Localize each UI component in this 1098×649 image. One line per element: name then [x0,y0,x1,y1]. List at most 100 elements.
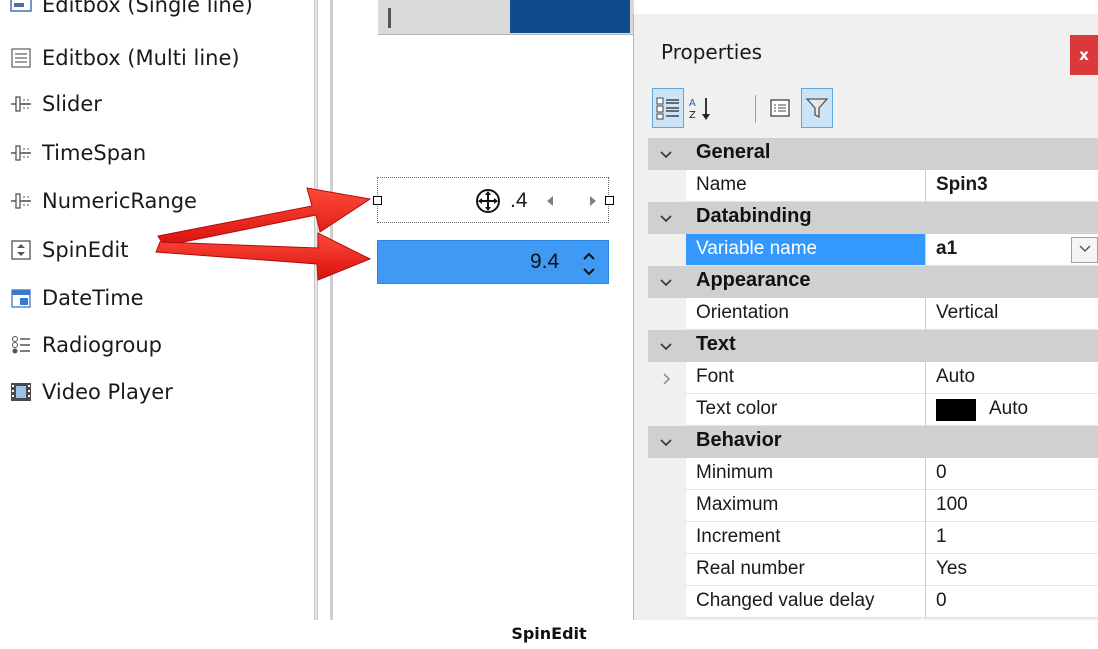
video-player-icon [10,381,32,403]
resize-handle-left[interactable] [373,196,382,205]
resize-handle-right[interactable] [605,196,614,205]
chevron-down-icon[interactable] [660,340,672,352]
editbox-single-icon [10,0,32,16]
chevron-down-icon [1079,241,1091,259]
toolbox-item-spinedit[interactable]: SpinEdit [10,235,128,265]
property-value[interactable]: a1 [936,238,957,260]
property-value[interactable]: Yes [936,558,967,580]
spin-up-icon[interactable] [582,248,596,260]
close-button[interactable]: x [1070,35,1098,75]
toolbox-item-label: Editbox (Single line) [42,0,253,17]
chevron-down-icon[interactable] [660,148,672,160]
categorized-view-button[interactable] [652,88,684,128]
toolbox-splitter[interactable] [314,0,318,620]
toolbox-item-label: Slider [42,92,102,116]
column-divider [925,170,926,202]
property-row-variable-name[interactable]: Variable name a1 [686,234,1098,266]
property-name: Text color [696,398,778,419]
spinedit-icon [10,239,32,261]
property-value[interactable]: 0 [936,462,947,484]
properties-title: Properties [661,40,763,64]
property-value[interactable]: 100 [936,494,968,516]
figure-caption: SpinEdit [511,624,587,643]
design-canvas[interactable] [333,0,633,620]
variable-dropdown-button[interactable] [1071,237,1098,263]
property-row-increment[interactable]: Increment 1 [686,522,1098,554]
toolbox-panel: Editbox (Single line) Editbox (Multi lin… [0,0,314,620]
property-pages-button[interactable] [764,88,796,128]
category-databinding[interactable]: Databinding [648,202,1098,234]
chevron-right-icon[interactable] [662,372,672,385]
property-name: Font [696,366,735,387]
property-name: Minimum [696,462,774,483]
property-row-text-color[interactable]: Text color Auto [686,394,1098,426]
numericrange-icon [10,190,32,212]
property-value[interactable]: Auto [989,398,1028,420]
toolbox-item-radiogroup[interactable]: Radiogroup [10,330,162,360]
column-divider [925,458,926,490]
decrease-arrow-icon[interactable] [547,196,553,206]
toolbox-item-label: TimeSpan [42,141,147,165]
column-divider [925,490,926,522]
alphabetical-sort-button[interactable]: AZ [685,88,717,128]
property-row-changed-value-delay[interactable]: Changed value delay 0 [686,586,1098,618]
categorized-icon [655,95,681,121]
property-value[interactable]: Auto [936,366,975,388]
property-value[interactable]: Spin3 [936,174,988,196]
property-name: Name [696,174,747,195]
category-label: Databinding [696,205,812,227]
column-divider [925,362,926,394]
property-value[interactable]: 1 [936,526,947,548]
color-swatch[interactable] [936,399,976,421]
chevron-down-icon[interactable] [660,436,672,448]
property-row-real-number[interactable]: Real number Yes [686,554,1098,586]
toolbox-item-timespan[interactable]: TimeSpan [10,138,146,168]
category-label: Text [696,333,736,355]
sort-az-icon: AZ [688,95,714,121]
category-general[interactable]: General [648,138,1098,170]
toolbox-item-editbox-single-line[interactable]: Editbox (Single line) [10,0,253,20]
category-label: Appearance [696,269,811,291]
chevron-down-icon[interactable] [660,212,672,224]
category-appearance[interactable]: Appearance [648,266,1098,298]
property-name: Variable name [696,238,818,259]
slider-icon [10,93,32,115]
selected-spinedit-value: .4 [510,189,528,212]
property-name: Real number [696,558,805,579]
property-row-name[interactable]: Name Spin3 [686,170,1098,202]
toolbar-separator [755,95,756,123]
property-row-font[interactable]: Font Auto [686,362,1098,394]
category-label: General [696,141,771,163]
property-row-orientation[interactable]: Orientation Vertical [686,298,1098,330]
property-pages-icon [767,95,793,121]
timespan-icon [10,142,32,164]
column-divider [925,586,926,618]
filter-icon [804,95,830,121]
toolbox-item-datetime[interactable]: DateTime [10,283,144,313]
category-behavior[interactable]: Behavior [648,426,1098,458]
filter-button[interactable] [801,88,833,128]
chevron-down-icon[interactable] [660,276,672,288]
property-row-maximum[interactable]: Maximum 100 [686,490,1098,522]
property-value[interactable]: 0 [936,590,947,612]
spin-down-icon[interactable] [582,264,596,276]
toolbox-item-video-player[interactable]: Video Player [10,377,173,407]
property-name: Orientation [696,302,789,323]
toolbox-item-slider[interactable]: Slider [10,89,102,119]
column-divider [925,234,926,266]
property-row-minimum[interactable]: Minimum 0 [686,458,1098,490]
canvas-top-control-marker [388,8,391,28]
category-label: Behavior [696,429,782,451]
category-text[interactable]: Text [648,330,1098,362]
spinedit-preview-control[interactable] [377,240,609,284]
toolbox-item-label: Video Player [42,380,173,404]
column-divider [925,522,926,554]
move-icon[interactable] [475,188,501,214]
increase-arrow-icon[interactable] [590,196,596,206]
svg-text:A: A [689,98,696,109]
toolbox-item-editbox-multi-line[interactable]: Editbox (Multi line) [10,43,240,73]
toolbox-item-numericrange[interactable]: NumericRange [10,186,197,216]
column-divider [925,298,926,330]
toolbox-item-label: Editbox (Multi line) [42,46,240,70]
property-value[interactable]: Vertical [936,302,998,324]
